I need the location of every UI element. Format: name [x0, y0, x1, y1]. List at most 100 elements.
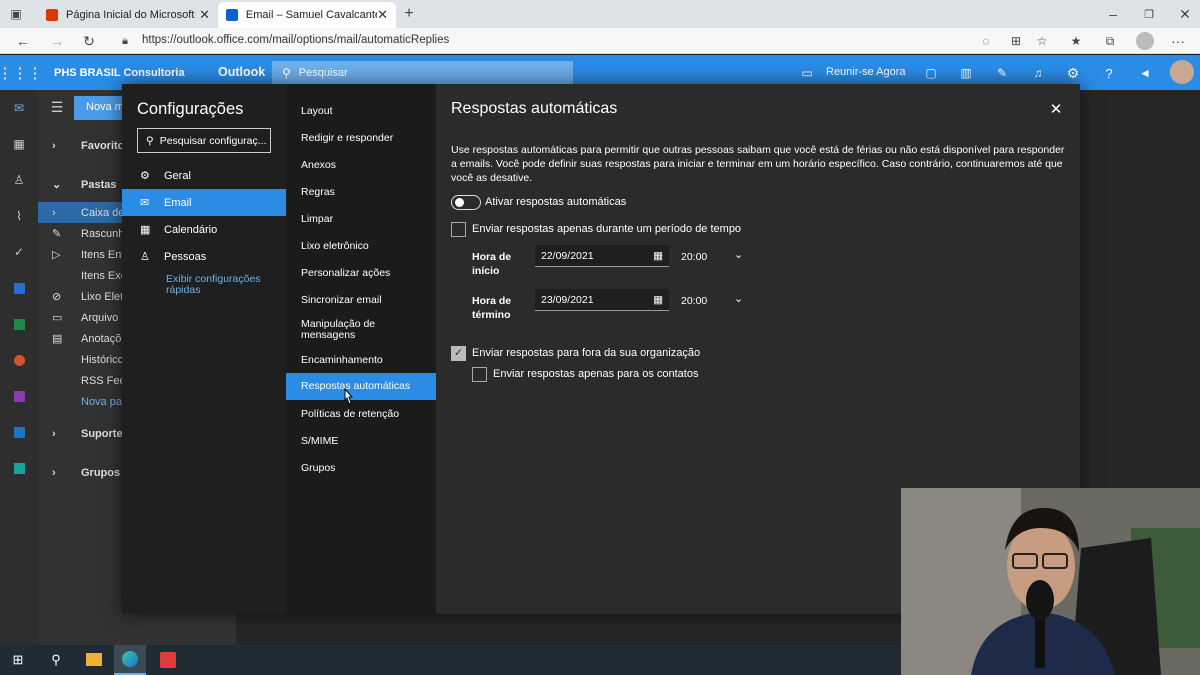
word-app-icon[interactable]: [0, 278, 38, 298]
chevron-right-icon: ›: [52, 206, 56, 219]
profile-icon[interactable]: [1136, 32, 1154, 50]
forward-icon[interactable]: →: [48, 32, 66, 50]
file-explorer-icon[interactable]: [86, 653, 102, 666]
collections-icon[interactable]: ⧉: [1102, 32, 1118, 50]
block-icon: ⊘: [52, 291, 62, 303]
tab-office-home[interactable]: Página Inicial do Microsoft Office ✕: [38, 2, 218, 28]
people-icon: ♙: [140, 251, 150, 263]
search-box[interactable]: ⚲ Pesquisar: [272, 61, 573, 85]
folder-label: Suporte: [81, 427, 123, 440]
avatar[interactable]: [1170, 60, 1194, 84]
app-name[interactable]: Outlook: [218, 65, 265, 79]
outside-org-checkbox[interactable]: ✓: [451, 346, 466, 361]
presenter-video-frame: [901, 488, 1200, 675]
tab-outlook-mail[interactable]: Email – Samuel Cavalcante | PHS ✕: [218, 2, 396, 28]
todo-icon[interactable]: ✓: [0, 242, 38, 262]
reading-icon[interactable]: ◌: [978, 32, 994, 50]
close-window-icon[interactable]: ✕: [1176, 5, 1194, 23]
back-icon[interactable]: ←: [14, 32, 32, 50]
calendar-icon[interactable]: ▦: [0, 134, 38, 154]
period-label: Enviar respostas apenas durante um perío…: [472, 223, 742, 235]
quick-settings-link[interactable]: Exibir configurações rápidas: [166, 274, 276, 296]
subnav-forwarding[interactable]: Encaminhamento: [286, 352, 436, 368]
chevron-down-icon[interactable]: ⌄: [734, 248, 743, 261]
subnav-smime[interactable]: S/MIME: [286, 433, 436, 449]
nav-email[interactable]: ✉ Email: [122, 189, 286, 216]
megaphone-icon[interactable]: ◄: [1136, 64, 1154, 82]
close-icon[interactable]: ✕: [1046, 99, 1066, 119]
start-date-input[interactable]: 22/09/2021 ▦: [535, 245, 669, 267]
start-time-value[interactable]: 20:00: [681, 251, 707, 263]
auto-replies-toggle[interactable]: [451, 195, 481, 210]
settings-search-input[interactable]: ⚲ Pesquisar configuraç...: [137, 128, 271, 153]
folder-label: Itens Exc: [81, 269, 127, 282]
meet-now-button[interactable]: Reunir-se Agora: [826, 66, 906, 78]
favorites-icon[interactable]: ★: [1068, 32, 1084, 50]
subnav-attachments[interactable]: Anexos: [286, 157, 436, 173]
onenote-app-icon[interactable]: [0, 386, 38, 406]
new-tab-icon[interactable]: +: [400, 5, 418, 23]
more-icon[interactable]: ···: [1170, 32, 1186, 50]
subnav-rules[interactable]: Regras: [286, 184, 436, 200]
subnav-retention[interactable]: Políticas de retenção: [286, 406, 436, 422]
word-icon[interactable]: ▥: [957, 64, 975, 82]
subnav-layout[interactable]: Layout: [286, 103, 436, 119]
start-time-label: Hora de início: [472, 251, 512, 277]
attachment-icon[interactable]: ⌇: [0, 206, 38, 226]
end-date-value: 23/09/2021: [541, 293, 594, 306]
taskbar-edge-button[interactable]: [114, 645, 146, 675]
yammer-app-icon[interactable]: [0, 422, 38, 442]
subnav-customize-actions[interactable]: Personalizar ações: [286, 265, 436, 281]
video-icon[interactable]: ▭: [798, 65, 816, 81]
recorder-app-icon[interactable]: [160, 652, 176, 668]
calendar-icon[interactable]: ▦: [653, 294, 663, 306]
org-name: PHS BRASIL Consultoria: [54, 67, 185, 79]
period-checkbox[interactable]: [451, 222, 466, 237]
sway-app-icon[interactable]: [0, 458, 38, 478]
end-time-label: Hora de término: [472, 295, 512, 321]
teams-icon[interactable]: ▢: [922, 64, 940, 82]
subnav-junk[interactable]: Lixo eletrônico: [286, 238, 436, 254]
close-tab-icon[interactable]: ✕: [377, 7, 388, 23]
minimize-icon[interactable]: –: [1104, 5, 1122, 23]
contacts-only-checkbox[interactable]: [472, 367, 487, 382]
gear-icon[interactable]: ⚙: [1064, 64, 1082, 82]
nav-general[interactable]: ⚙ Geral: [122, 162, 286, 189]
subnav-auto-replies[interactable]: Respostas automáticas: [286, 373, 436, 400]
url-field[interactable]: https://outlook.office.com/mail/options/…: [142, 34, 449, 46]
settings-search-placeholder: Pesquisar configuraç...: [159, 134, 267, 147]
close-tab-icon[interactable]: ✕: [199, 7, 210, 23]
tab-actions-icon[interactable]: ▣: [8, 6, 24, 22]
hamburger-icon[interactable]: ☰: [46, 98, 68, 116]
app-available-icon[interactable]: ⊞: [1008, 32, 1024, 50]
subnav-sweep[interactable]: Limpar: [286, 211, 436, 227]
people-icon[interactable]: ♙: [0, 170, 38, 190]
subnav-sync-email[interactable]: Sincronizar email: [286, 292, 436, 308]
subnav-message-handling[interactable]: Manipulação de mensagens: [286, 318, 396, 342]
restore-icon[interactable]: ❐: [1140, 5, 1158, 23]
panel-title: Respostas automáticas: [451, 100, 618, 117]
feedback-icon[interactable]: ✎: [993, 64, 1011, 82]
calendar-icon[interactable]: ▦: [653, 250, 663, 262]
refresh-icon[interactable]: ↻: [80, 32, 98, 50]
nav-calendar[interactable]: ▦ Calendário: [122, 216, 286, 243]
end-time-value[interactable]: 20:00: [681, 295, 707, 307]
search-icon[interactable]: ⚲: [48, 652, 64, 668]
favorite-add-icon[interactable]: ☆: [1034, 32, 1050, 50]
subnav-groups[interactable]: Grupos: [286, 460, 436, 476]
windows-start-icon[interactable]: ⊞: [10, 652, 26, 668]
powerpoint-app-icon[interactable]: [0, 350, 38, 370]
nav-people[interactable]: ♙ Pessoas: [122, 243, 286, 270]
chevron-down-icon: ⌄: [52, 179, 62, 191]
chevron-down-icon[interactable]: ⌄: [734, 292, 743, 305]
help-icon[interactable]: ?: [1100, 64, 1118, 82]
bell-icon[interactable]: ♫: [1029, 64, 1047, 82]
tab-title: Página Inicial do Microsoft Office: [66, 9, 198, 21]
subnav-compose[interactable]: Redigir e responder: [286, 130, 436, 146]
end-date-input[interactable]: 23/09/2021 ▦: [535, 289, 669, 311]
folder-label: Pastas: [81, 178, 117, 191]
app-launcher-icon[interactable]: ⋮⋮⋮: [0, 63, 43, 83]
excel-app-icon[interactable]: [0, 314, 38, 334]
mail-icon[interactable]: ✉: [0, 98, 38, 118]
calendar-icon: ▦: [140, 224, 151, 236]
